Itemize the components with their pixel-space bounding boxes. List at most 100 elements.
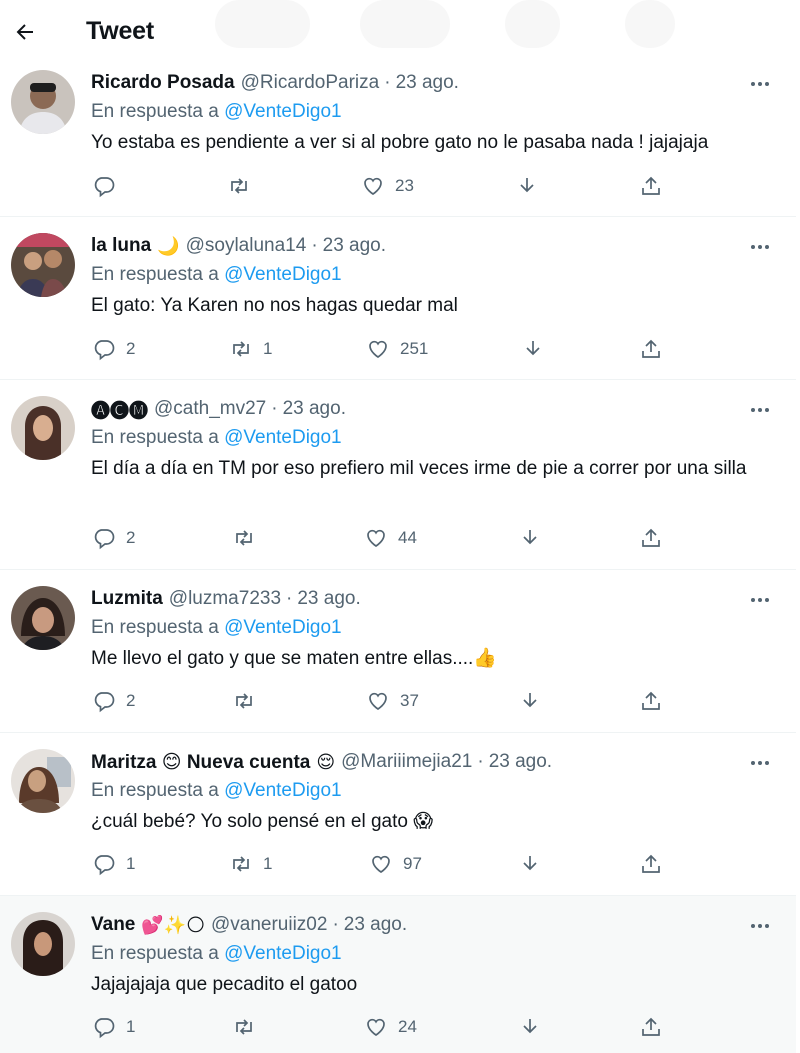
retweet-icon — [233, 341, 249, 357]
reply-tweet[interactable]: Maritza 😊 Nueva cuenta 😌 @Mariiimejia21 … — [0, 733, 796, 896]
like-button[interactable]: 251 — [366, 334, 428, 364]
mention-link[interactable]: @VenteDigo1 — [224, 101, 342, 122]
mention-link[interactable]: @VenteDigo1 — [224, 427, 342, 448]
reply-button[interactable]: 2 — [92, 686, 135, 716]
tweet-actions: 1 1 97 — [0, 849, 796, 879]
like-count: 24 — [398, 1017, 417, 1036]
retweet-button[interactable] — [232, 523, 266, 553]
more-options-icon[interactable] — [748, 753, 772, 773]
mention-link[interactable]: @VenteDigo1 — [224, 780, 342, 801]
reply-tweet[interactable]: la luna 🌙 @soylaluna14 · 23 ago. En resp… — [0, 217, 796, 380]
share-button[interactable] — [639, 523, 663, 553]
user-handle[interactable]: @Mariiimejia21 — [341, 751, 472, 773]
replying-to: En respuesta a @VenteDigo1 — [91, 427, 342, 449]
reply-button[interactable]: 2 — [92, 334, 135, 364]
reply-button[interactable] — [92, 171, 126, 201]
page-title: Tweet — [86, 17, 154, 45]
timestamp[interactable]: 23 ago. — [489, 751, 552, 773]
avatar[interactable] — [11, 396, 75, 460]
like-button[interactable]: 37 — [366, 686, 419, 716]
share-button[interactable] — [639, 849, 663, 879]
timestamp[interactable]: 23 ago. — [344, 914, 407, 936]
replying-to-label: En respuesta a — [91, 780, 219, 801]
reply-button[interactable]: 1 — [92, 849, 135, 879]
separator-dot: · — [271, 398, 278, 419]
more-options-icon[interactable] — [748, 74, 772, 94]
reply-button[interactable]: 2 — [92, 523, 135, 553]
reply-count: 2 — [126, 691, 136, 710]
user-handle[interactable]: @soylaluna14 — [186, 235, 307, 257]
reply-count: 1 — [126, 1017, 136, 1036]
retweet-icon — [236, 693, 252, 709]
like-button[interactable]: 23 — [361, 171, 414, 201]
download-button[interactable] — [518, 1012, 542, 1042]
user-handle[interactable]: @RicardoPariza — [241, 72, 380, 94]
download-button[interactable] — [515, 171, 539, 201]
display-name[interactable]: Luzmita — [91, 588, 163, 610]
scrollbar[interactable] — [796, 0, 800, 1053]
mention-link[interactable]: @VenteDigo1 — [224, 264, 342, 285]
retweet-button[interactable]: 1 — [229, 849, 272, 879]
retweet-count: 1 — [263, 339, 273, 358]
user-handle[interactable]: @cath_mv27 — [154, 398, 266, 420]
display-name[interactable]: Maritza 😊 Nueva cuenta — [91, 751, 310, 774]
retweet-button[interactable] — [227, 171, 261, 201]
tweet-actions: 2 1 251 — [0, 334, 796, 364]
timestamp[interactable]: 23 ago. — [396, 72, 459, 94]
tweet-header: Maritza 😊 Nueva cuenta 😌 @Mariiimejia21 … — [91, 749, 552, 775]
retweet-button[interactable] — [232, 686, 266, 716]
download-button[interactable] — [518, 849, 542, 879]
reply-tweet[interactable]: Luzmita @luzma7233 · 23 ago. En respuest… — [0, 570, 796, 733]
user-handle[interactable]: @vaneruiiz02 — [211, 914, 327, 936]
like-button[interactable]: 44 — [364, 523, 417, 553]
avatar[interactable] — [11, 749, 75, 813]
reply-tweet[interactable]: 🅐🅒🅜 @cath_mv27 · 23 ago. En respuesta a … — [0, 380, 796, 570]
tweet-actions: 2 44 — [0, 523, 796, 553]
share-button[interactable] — [639, 171, 663, 201]
download-button[interactable] — [518, 686, 542, 716]
share-button[interactable] — [639, 1012, 663, 1042]
display-name[interactable]: Ricardo Posada — [91, 72, 235, 94]
display-name[interactable]: Vane — [91, 914, 135, 936]
reply-icon — [94, 340, 115, 361]
avatar[interactable] — [11, 912, 75, 976]
tweet-text: Yo estaba es pendiente a ver si al pobre… — [91, 132, 709, 153]
like-button[interactable]: 24 — [364, 1012, 417, 1042]
timestamp[interactable]: 23 ago. — [297, 588, 360, 610]
timestamp[interactable]: 23 ago. — [283, 398, 346, 420]
more-options-icon[interactable] — [748, 916, 772, 936]
avatar[interactable] — [11, 70, 75, 134]
more-options-icon[interactable] — [748, 237, 772, 257]
user-handle[interactable]: @luzma7233 — [169, 588, 281, 610]
tweet-header: Luzmita @luzma7233 · 23 ago. — [91, 586, 361, 612]
avatar[interactable] — [11, 233, 75, 297]
tweet-text: ¿cuál bebé? Yo solo pensé en el gato 😱 — [91, 811, 434, 832]
display-name[interactable]: la luna — [91, 235, 151, 257]
reply-tweet[interactable]: Vane 💕✨🌕 @vaneruiiz02 · 23 ago. En respu… — [0, 896, 796, 1053]
retweet-icon — [231, 178, 247, 194]
share-button[interactable] — [639, 686, 663, 716]
mention-link[interactable]: @VenteDigo1 — [224, 943, 342, 964]
more-options-icon[interactable] — [748, 590, 772, 610]
like-count: 37 — [400, 691, 419, 710]
more-options-icon[interactable] — [748, 400, 772, 420]
download-icon — [523, 856, 537, 871]
download-button[interactable] — [521, 334, 545, 364]
retweet-button[interactable] — [232, 1012, 266, 1042]
faded-background-shape — [360, 0, 450, 48]
mention-link[interactable]: @VenteDigo1 — [224, 617, 342, 638]
reply-tweet[interactable]: Ricardo Posada @RicardoPariza · 23 ago. … — [0, 66, 796, 217]
timestamp[interactable]: 23 ago. — [323, 235, 386, 257]
share-button[interactable] — [639, 334, 663, 364]
download-button[interactable] — [518, 523, 542, 553]
reply-button[interactable]: 1 — [92, 1012, 135, 1042]
replying-to: En respuesta a @VenteDigo1 — [91, 101, 342, 123]
retweet-button[interactable]: 1 — [229, 334, 272, 364]
retweet-count: 1 — [263, 854, 273, 873]
replying-to-label: En respuesta a — [91, 943, 219, 964]
back-arrow-icon[interactable] — [10, 17, 40, 47]
like-button[interactable]: 97 — [369, 849, 422, 879]
avatar[interactable] — [11, 586, 75, 650]
display-name[interactable]: 🅐🅒🅜 — [91, 396, 148, 423]
reply-count: 2 — [126, 528, 136, 547]
